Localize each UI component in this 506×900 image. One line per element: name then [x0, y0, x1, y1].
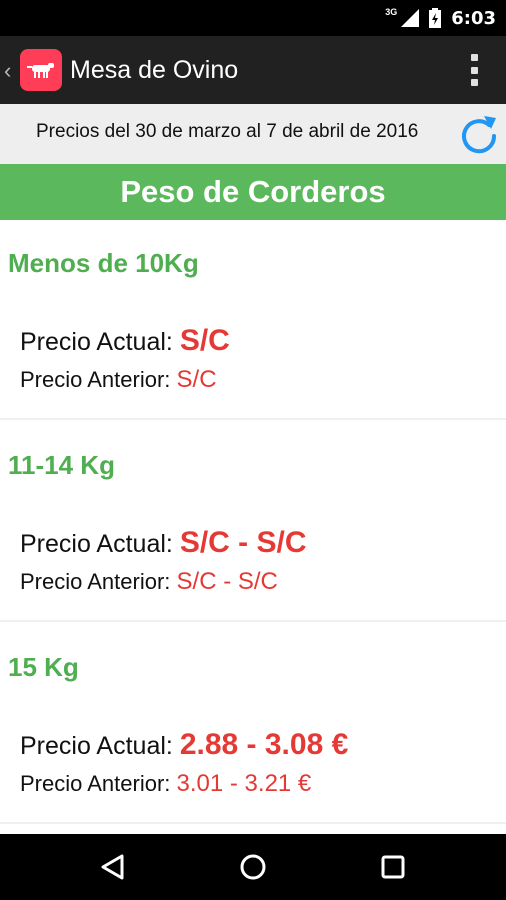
current-price-value: S/C: [179, 324, 230, 357]
current-price-label: Precio Actual:: [20, 328, 180, 356]
app-bar: ‹ Mesa de Ovino: [0, 36, 506, 104]
previous-price-value: 3.01 - 3.21 €: [176, 770, 312, 797]
current-price-value: 2.88 - 3.08 €: [179, 728, 349, 761]
status-icons: 3G 6:03: [385, 0, 496, 36]
weight-category: 11-14 Kg: [8, 450, 115, 480]
date-range-text: Precios del 30 de marzo al 7 de abril de…: [36, 121, 419, 142]
date-range-bar: Precios del 30 de marzo al 7 de abril de…: [0, 104, 506, 164]
home-nav-icon[interactable]: [236, 850, 270, 884]
recents-nav-icon[interactable]: [376, 850, 410, 884]
current-price-row: Precio Actual: 2.88 - 3.08 €: [20, 728, 348, 762]
signal-icon: [401, 9, 420, 27]
back-nav-icon[interactable]: [96, 850, 130, 884]
network-type-label: 3G: [385, 7, 398, 17]
battery-icon: [429, 8, 442, 28]
app-title: Mesa de Ovino: [70, 56, 239, 84]
current-price-row: Precio Actual: S/C: [20, 324, 230, 358]
price-card: 11-14 Kg Precio Actual: S/C - S/C Precio…: [0, 422, 506, 622]
previous-price-value: S/C - S/C: [176, 568, 278, 595]
status-bar: 3G 6:03: [0, 0, 506, 36]
current-price-label: Precio Actual:: [20, 732, 180, 760]
weight-category: 15 Kg: [8, 652, 79, 682]
previous-price-row: Precio Anterior: 3.01 - 3.21 €: [20, 770, 311, 798]
clock: 6:03: [451, 7, 496, 29]
previous-price-row: Precio Anterior: S/C - S/C: [20, 568, 278, 596]
current-price-value: S/C - S/C: [179, 526, 307, 559]
current-price-row: Precio Actual: S/C - S/C: [20, 526, 307, 560]
previous-price-label: Precio Anterior:: [20, 771, 177, 796]
app-logo-icon[interactable]: [20, 49, 62, 91]
previous-price-value: S/C: [176, 366, 217, 393]
overflow-menu-icon[interactable]: [470, 54, 478, 86]
weight-category: Menos de 10Kg: [8, 248, 199, 278]
price-card: Menos de 10Kg Precio Actual: S/C Precio …: [0, 220, 506, 420]
previous-price-label: Precio Anterior:: [20, 367, 177, 392]
section-title: Peso de Corderos: [0, 164, 506, 220]
navigation-bar: [0, 834, 506, 900]
current-price-label: Precio Actual:: [20, 530, 180, 558]
previous-price-label: Precio Anterior:: [20, 569, 177, 594]
price-card: 15 Kg Precio Actual: 2.88 - 3.08 € Preci…: [0, 624, 506, 824]
refresh-icon[interactable]: [458, 112, 500, 156]
back-icon[interactable]: ‹: [4, 58, 11, 84]
previous-price-row: Precio Anterior: S/C: [20, 366, 217, 394]
